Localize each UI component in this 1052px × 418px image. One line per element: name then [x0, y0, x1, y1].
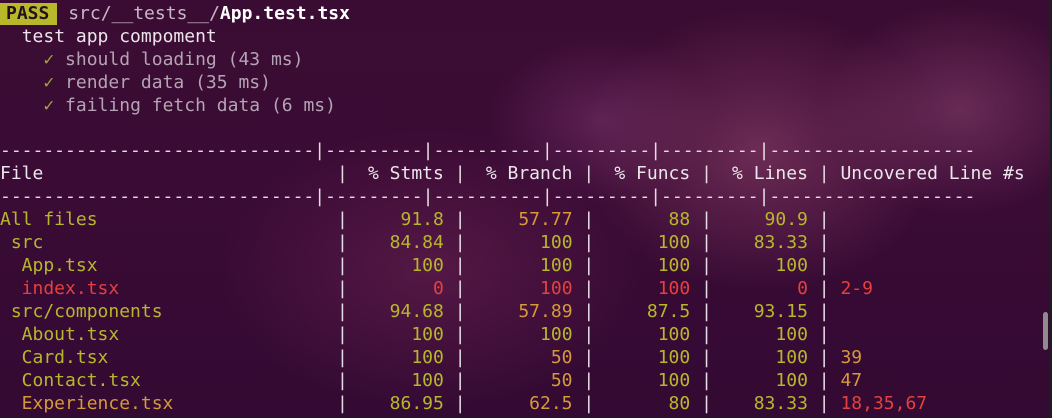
cell-file: src: [0, 232, 44, 253]
check-icon: ✓: [43, 49, 55, 70]
pass-badge: PASS: [0, 3, 58, 25]
cell-funcs: 88: [668, 209, 691, 230]
cell-branch: 100: [540, 278, 573, 299]
test-case: ✓ render data (35 ms): [0, 71, 271, 94]
header-file: File: [0, 163, 44, 184]
test-file-name: App.test.tsx: [219, 3, 350, 24]
test-case: ✓ should loading (43 ms): [0, 48, 303, 71]
cell-funcs: 100: [657, 255, 691, 276]
suite-title: test app compoment: [0, 25, 217, 48]
test-result-header: PASS src/__tests__/App.test.tsx: [0, 2, 350, 25]
cell-file: About.tsx: [0, 324, 120, 345]
cell-lines: 100: [775, 347, 808, 368]
test-case-label: should loading (43 ms): [65, 49, 304, 70]
cell-lines: 90.9: [764, 209, 808, 230]
test-case-label: failing fetch data (6 ms): [65, 95, 336, 116]
cell-branch: 50: [550, 370, 573, 391]
terminal-window: { "header": { "badge": "PASS", "path_dim…: [0, 0, 1052, 418]
table-row: All files | 91.8 | 57.77 | 88 | 90.9 |: [0, 209, 830, 230]
cell-branch: 57.77: [518, 209, 573, 230]
table-divider-mid: -----------------------------|---------|…: [0, 186, 976, 207]
table-row: index.tsx | 0 | 100 | 100 | 0 | 2-9: [0, 278, 873, 299]
cell-stmts: 100: [411, 324, 444, 345]
cell-stmts: 100: [411, 370, 444, 391]
cell-lines: 0: [797, 278, 808, 299]
cell-funcs: 100: [657, 324, 691, 345]
cell-file: Card.tsx: [0, 347, 109, 368]
test-case-label: render data (35 ms): [65, 72, 271, 93]
cell-file: Experience.tsx: [0, 393, 174, 414]
cell-stmts: 94.68: [389, 301, 444, 322]
cell-branch: 100: [540, 324, 573, 345]
cell-lines: 100: [775, 255, 808, 276]
cell-uncovered: 2-9: [840, 278, 873, 299]
cell-branch: 100: [540, 255, 573, 276]
cell-lines: 83.33: [753, 393, 808, 414]
scrollbar-thumb[interactable]: [1043, 312, 1048, 350]
coverage-header-row: File |% Stmts |% Branch |% Funcs |% Lines…: [0, 163, 1025, 184]
header-branch: % Branch: [485, 163, 573, 184]
cell-funcs: 100: [657, 232, 691, 253]
check-icon: ✓: [43, 95, 55, 116]
cell-stmts: 100: [411, 347, 444, 368]
header-funcs: % Funcs: [614, 163, 691, 184]
table-row: Card.tsx | 100 | 50 | 100 | 100 | 39: [0, 347, 863, 368]
test-case: ✓ failing fetch data (6 ms): [0, 94, 336, 117]
cell-branch: 62.5: [529, 393, 573, 414]
cell-stmts: 86.95: [389, 393, 444, 414]
cell-branch: 57.89: [518, 301, 573, 322]
cell-funcs: 100: [657, 370, 691, 391]
table-row: src | 84.84 | 100 | 100 | 83.33 |: [0, 232, 830, 253]
cell-stmts: 84.84: [389, 232, 444, 253]
cell-funcs: 100: [657, 347, 691, 368]
cell-stmts: 100: [411, 255, 444, 276]
cell-branch: 100: [540, 232, 573, 253]
suite-name: test app compoment: [21, 26, 217, 47]
cell-uncovered: 39: [840, 347, 863, 368]
cell-stmts: 91.8: [400, 209, 444, 230]
cell-lines: 83.33: [753, 232, 808, 253]
cell-file: Contact.tsx: [0, 370, 141, 391]
cell-uncovered: 18,35,67: [840, 393, 928, 414]
header-uncovered: Uncovered Line #s: [840, 163, 1025, 184]
cell-branch: 50: [550, 347, 573, 368]
table-divider-top: -----------------------------|---------|…: [0, 140, 976, 161]
cell-stmts: 0: [433, 278, 444, 299]
cell-funcs: 80: [668, 393, 691, 414]
check-icon: ✓: [43, 72, 55, 93]
header-stmts: % Stmts: [367, 163, 444, 184]
cell-funcs: 87.5: [646, 301, 691, 322]
table-row: Contact.tsx | 100 | 50 | 100 | 100 | 47: [0, 370, 863, 391]
table-row: App.tsx | 100 | 100 | 100 | 100 |: [0, 255, 830, 276]
cell-file: index.tsx: [0, 278, 120, 299]
cell-file: App.tsx: [0, 255, 98, 276]
header-lines: % Lines: [732, 163, 808, 184]
cell-file: All files: [0, 209, 98, 230]
cell-file: src/components: [0, 301, 163, 322]
cell-lines: 100: [775, 370, 808, 391]
cell-funcs: 100: [657, 278, 691, 299]
cell-lines: 93.15: [753, 301, 808, 322]
cell-uncovered: 47: [840, 370, 863, 391]
table-row: src/components | 94.68 | 57.89 | 87.5 | 93.15…: [0, 301, 830, 322]
cell-lines: 100: [775, 324, 808, 345]
test-path-dir: src/__tests__/: [68, 3, 220, 24]
table-row: Experience.tsx | 86.95 | 62.5 | 80 | 83.33 | …: [0, 393, 928, 414]
table-row: About.tsx | 100 | 100 | 100 | 100 |: [0, 324, 830, 345]
